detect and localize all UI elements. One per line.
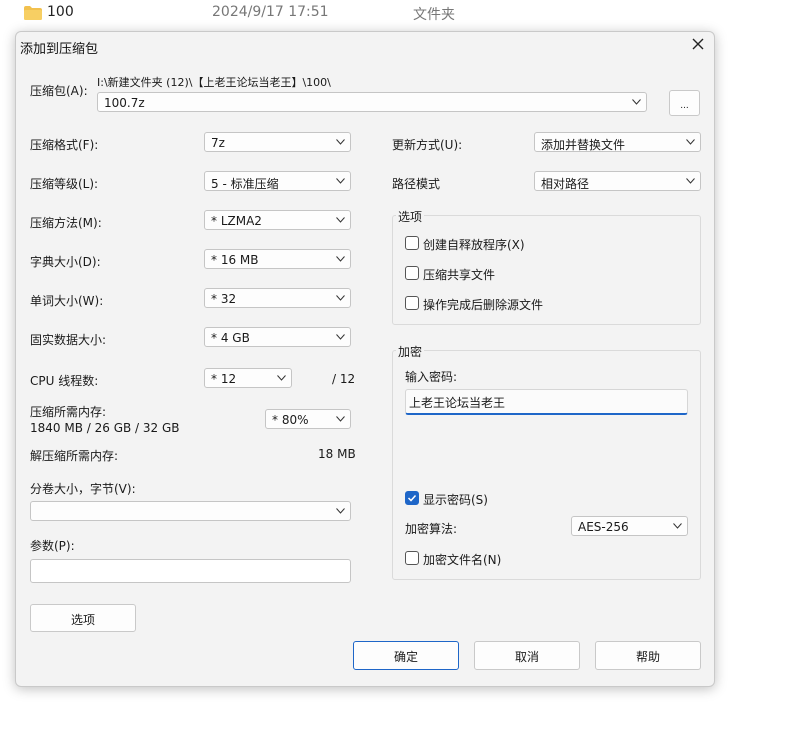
dict-label: 字典大小(D):	[30, 255, 101, 269]
ok-button[interactable]: 确定	[353, 641, 459, 670]
cpu-select[interactable]: * 12	[204, 368, 292, 388]
enc-method-label: 加密算法:	[405, 522, 458, 536]
options-button-label: 选项	[70, 613, 95, 627]
shared-label: 压缩共享文件	[423, 268, 496, 282]
volume-label: 分卷大小，字节(V):	[30, 482, 136, 496]
encryption-group-title: 加密	[396, 343, 425, 360]
word-value: * 32	[211, 292, 237, 306]
archive-name-combo[interactable]: 100.7z	[97, 92, 647, 112]
mem-select[interactable]: * 80%	[265, 409, 351, 429]
cancel-label: 取消	[514, 650, 539, 664]
mem-label: 压缩所需内存:	[30, 405, 107, 419]
password-value: 上老王论坛当老王	[409, 396, 506, 410]
params-label: 参数(P):	[30, 539, 75, 553]
file-type: 文件夹	[413, 7, 455, 23]
level-label: 压缩等级(L):	[30, 177, 99, 191]
dict-select[interactable]: * 16 MB	[204, 249, 351, 269]
chevron-down-icon	[336, 178, 345, 184]
sfx-label: 创建自释放程序(X)	[423, 238, 525, 252]
browse-button[interactable]: ...	[669, 90, 700, 116]
enc-method-select[interactable]: AES-256	[571, 516, 688, 536]
chevron-down-icon	[686, 178, 695, 184]
word-label: 单词大小(W):	[30, 294, 104, 308]
chevron-down-icon	[673, 523, 682, 529]
password-input[interactable]: 上老王论坛当老王	[405, 389, 688, 415]
solid-label: 固实数据大小:	[30, 333, 107, 347]
format-select[interactable]: 7z	[204, 132, 351, 152]
path-mode-label: 路径模式	[392, 177, 441, 191]
archive-label: 压缩包(A):	[30, 84, 88, 98]
cancel-button[interactable]: 取消	[474, 641, 580, 670]
help-button[interactable]: 帮助	[595, 641, 701, 670]
decomp-value: 18 MB	[318, 447, 356, 461]
show-password-label: 显示密码(S)	[423, 493, 488, 507]
show-password-checkbox[interactable]	[405, 491, 419, 505]
help-label: 帮助	[635, 650, 660, 664]
solid-value: * 4 GB	[211, 331, 250, 345]
chevron-down-icon	[336, 217, 345, 223]
solid-select[interactable]: * 4 GB	[204, 327, 351, 347]
chevron-down-icon	[336, 334, 345, 340]
method-label: 压缩方法(M):	[30, 216, 102, 230]
archive-path: I:\新建文件夹 (12)\【上老王论坛当老王】\100\	[97, 76, 331, 89]
options-button[interactable]: 选项	[30, 604, 136, 632]
chevron-down-icon	[277, 375, 286, 381]
path-mode-value: 相对路径	[541, 177, 590, 191]
word-select[interactable]: * 32	[204, 288, 351, 308]
shared-checkbox[interactable]	[405, 266, 419, 280]
chevron-down-icon	[336, 139, 345, 145]
encrypt-names-checkbox[interactable]	[405, 551, 419, 565]
archive-name-value: 100.7z	[104, 96, 145, 110]
method-value: * LZMA2	[211, 214, 262, 228]
cpu-label: CPU 线程数:	[30, 374, 99, 388]
update-select[interactable]: 添加并替换文件	[534, 132, 701, 152]
decomp-label: 解压缩所需内存:	[30, 449, 119, 463]
chevron-down-icon	[632, 99, 641, 105]
method-select[interactable]: * LZMA2	[204, 210, 351, 230]
level-select[interactable]: 5 - 标准压缩	[204, 171, 351, 191]
chevron-down-icon	[336, 416, 345, 422]
sfx-checkbox[interactable]	[405, 236, 419, 250]
checkmark-icon	[407, 494, 417, 502]
mem-value: * 80%	[272, 413, 309, 427]
browse-label: ...	[680, 101, 689, 111]
path-mode-select[interactable]: 相对路径	[534, 171, 701, 191]
chevron-down-icon	[336, 295, 345, 301]
password-label: 输入密码:	[405, 370, 458, 384]
dialog-title: 添加到压缩包	[20, 42, 99, 57]
format-label: 压缩格式(F):	[30, 138, 99, 152]
dict-value: * 16 MB	[211, 253, 259, 267]
cpu-value: * 12	[211, 372, 237, 386]
cpu-total: / 12	[332, 372, 356, 386]
format-value: 7z	[211, 136, 225, 150]
update-label: 更新方式(U):	[392, 138, 463, 152]
chevron-down-icon	[336, 256, 345, 262]
level-value: 5 - 标准压缩	[211, 177, 279, 191]
folder-icon	[24, 6, 42, 20]
delete-label: 操作完成后删除源文件	[423, 298, 544, 312]
enc-method-value: AES-256	[578, 520, 629, 534]
update-value: 添加并替换文件	[541, 138, 626, 152]
mem-detail: 1840 MB / 26 GB / 32 GB	[30, 421, 180, 435]
params-input[interactable]	[30, 559, 351, 583]
file-name[interactable]: 100	[47, 4, 74, 20]
add-to-archive-dialog: 添加到压缩包 压缩包(A): I:\新建文件夹 (12)\【上老王论坛当老王】\…	[15, 31, 715, 687]
delete-checkbox[interactable]	[405, 296, 419, 310]
close-icon[interactable]	[688, 34, 708, 54]
ok-label: 确定	[393, 650, 418, 664]
encrypt-names-label: 加密文件名(N)	[423, 553, 502, 567]
options-group-title: 选项	[396, 208, 425, 225]
chevron-down-icon	[686, 139, 695, 145]
file-date: 2024/9/17 17:51	[212, 4, 329, 20]
volume-combo[interactable]	[30, 501, 351, 521]
chevron-down-icon	[336, 508, 345, 514]
